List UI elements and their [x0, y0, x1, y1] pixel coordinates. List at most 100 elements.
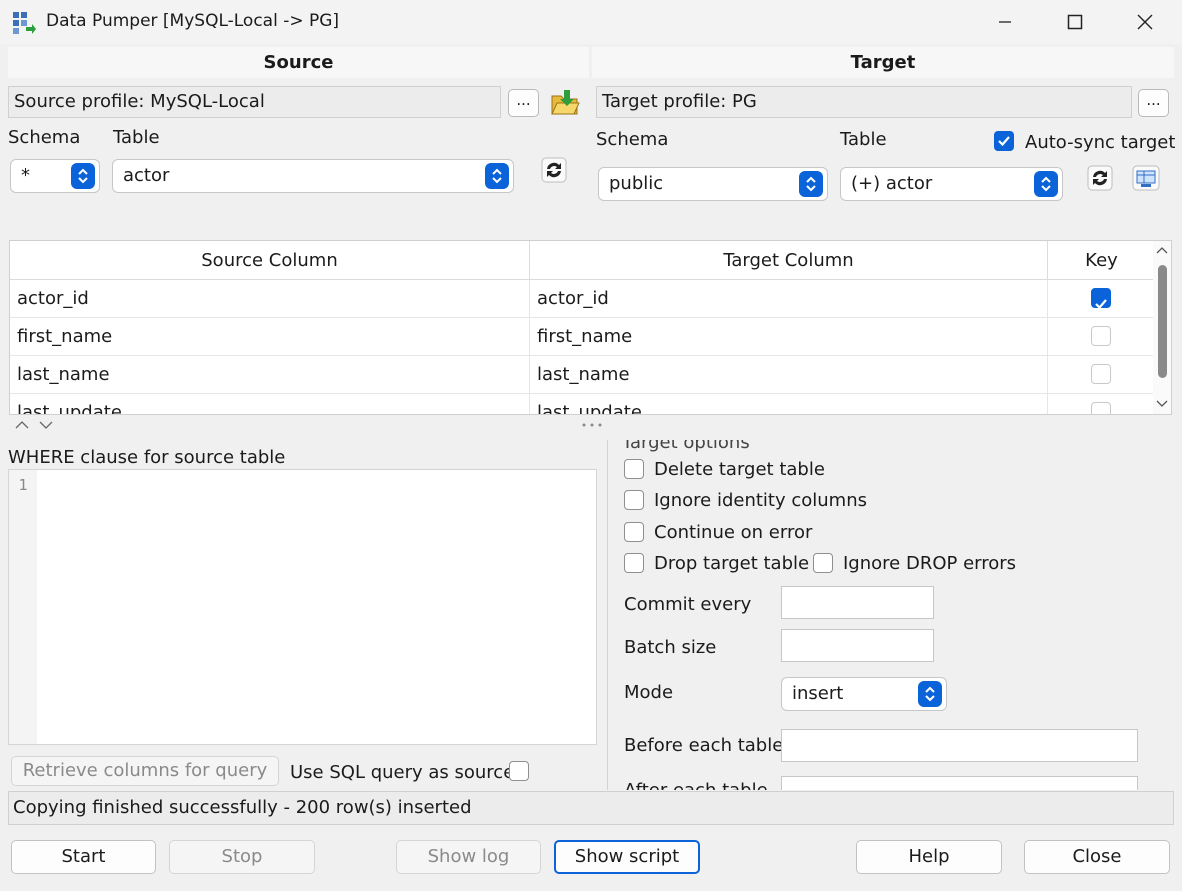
refresh-icon — [541, 157, 567, 183]
key-checkbox[interactable] — [1091, 402, 1111, 414]
window-title: Data Pumper [MySQL-Local -> PG] — [46, 11, 340, 31]
checkmark-icon — [998, 136, 1010, 147]
splitter-handle-icon[interactable] — [580, 422, 604, 428]
before-each-table-input[interactable] — [781, 729, 1138, 762]
scrollbar-thumb[interactable] — [1158, 265, 1167, 378]
table-row[interactable]: first_name first_name — [10, 318, 1155, 356]
mode-select[interactable]: insert — [781, 677, 947, 711]
batch-size-label: Batch size — [624, 637, 717, 658]
target-column-cell[interactable]: last_update — [530, 394, 1048, 414]
status-message: Copying finished successfully - 200 row(… — [8, 791, 1174, 825]
maximize-button[interactable] — [1040, 0, 1110, 44]
ignore-drop-errors-checkbox[interactable] — [813, 553, 833, 573]
chevron-updown-icon — [918, 681, 942, 707]
target-column-cell[interactable]: first_name — [530, 318, 1048, 355]
options-group-title: Target options — [622, 440, 750, 453]
column-mapping-table: Source Column Target Column Key actor_id… — [9, 240, 1172, 415]
key-checkbox[interactable] — [1091, 288, 1111, 310]
maximize-icon — [1067, 14, 1083, 30]
key-checkbox[interactable] — [1091, 364, 1111, 384]
mode-label: Mode — [624, 682, 674, 703]
minimize-button[interactable] — [970, 0, 1040, 44]
use-sql-label: Use SQL query as source — [290, 762, 515, 783]
source-schema-select[interactable]: * — [10, 159, 100, 193]
open-folder-button[interactable] — [549, 87, 581, 117]
target-schema-select[interactable]: public — [598, 167, 828, 201]
close-icon — [1137, 14, 1153, 30]
ignore-drop-errors-label: Ignore DROP errors — [843, 553, 1017, 574]
chevron-down-icon[interactable] — [1156, 399, 1168, 409]
chevron-updown-icon — [71, 163, 95, 189]
source-table-label: Table — [113, 127, 160, 148]
start-button[interactable]: Start — [11, 840, 156, 874]
continue-on-error-checkbox[interactable] — [624, 522, 644, 542]
chevron-up-icon[interactable] — [1156, 245, 1168, 255]
where-clause-editor[interactable]: 1 — [8, 469, 597, 745]
title-bar: Data Pumper [MySQL-Local -> PG] — [0, 0, 1182, 44]
key-checkbox[interactable] — [1091, 326, 1111, 346]
after-each-table-input[interactable] — [781, 776, 1138, 790]
collapse-expand-icon[interactable] — [14, 419, 56, 431]
retrieve-columns-button[interactable]: Retrieve columns for query — [11, 756, 279, 786]
ignore-identity-checkbox[interactable] — [624, 490, 644, 510]
show-log-button[interactable]: Show log — [396, 840, 541, 874]
after-each-table-label: After each table — [624, 780, 768, 790]
auto-sync-label: Auto-sync target — [1025, 132, 1176, 153]
source-refresh-button[interactable] — [538, 155, 570, 185]
table-row[interactable]: actor_id actor_id — [10, 280, 1155, 318]
grid-app-icon — [12, 11, 36, 40]
show-script-button[interactable]: Show script — [554, 840, 700, 874]
drop-target-label: Drop target table — [654, 553, 810, 574]
target-header: Target — [592, 47, 1174, 78]
source-column-cell: actor_id — [10, 280, 530, 317]
target-column-cell[interactable]: last_name — [530, 356, 1048, 393]
source-schema-label: Schema — [8, 127, 81, 148]
auto-sync-checkbox[interactable] — [994, 131, 1014, 151]
open-folder-icon — [551, 90, 580, 115]
target-map-button[interactable] — [1130, 163, 1162, 193]
column-header-source[interactable]: Source Column — [10, 241, 530, 280]
stop-button[interactable]: Stop — [169, 840, 315, 874]
help-button[interactable]: Help — [856, 840, 1002, 874]
close-window-button[interactable] — [1110, 0, 1180, 44]
target-profile-button[interactable]: ... — [1138, 89, 1169, 117]
source-header: Source — [8, 47, 589, 78]
chevron-updown-icon — [485, 163, 509, 189]
minimize-icon — [999, 21, 1011, 23]
target-table-label: Table — [840, 129, 887, 150]
source-column-cell: last_update — [10, 394, 530, 414]
ignore-identity-label: Ignore identity columns — [654, 490, 867, 511]
target-schema-label: Schema — [596, 129, 669, 150]
source-table-select[interactable]: actor — [112, 159, 514, 193]
table-map-icon — [1132, 165, 1160, 191]
drop-target-checkbox[interactable] — [624, 553, 644, 573]
target-refresh-button[interactable] — [1084, 163, 1116, 193]
chevron-updown-icon — [799, 171, 823, 197]
source-profile-button[interactable]: ... — [508, 89, 539, 117]
target-column-cell[interactable]: actor_id — [530, 280, 1048, 317]
column-header-key[interactable]: Key — [1048, 241, 1155, 280]
commit-every-label: Commit every — [624, 594, 752, 615]
where-clause-label: WHERE clause for source table — [8, 447, 286, 468]
batch-size-input[interactable] — [781, 629, 934, 662]
table-row[interactable]: last_update last_update — [10, 394, 1155, 414]
use-sql-checkbox[interactable] — [509, 761, 529, 781]
continue-on-error-label: Continue on error — [654, 522, 813, 543]
delete-target-checkbox[interactable] — [624, 459, 644, 479]
source-profile-field: Source profile: MySQL-Local — [8, 86, 501, 118]
target-profile-field: Target profile: PG — [596, 86, 1132, 118]
column-header-target[interactable]: Target Column — [530, 241, 1048, 280]
close-button[interactable]: Close — [1024, 840, 1170, 874]
checkmark-icon — [1095, 299, 1107, 310]
refresh-icon — [1087, 165, 1113, 191]
delete-target-label: Delete target table — [654, 459, 825, 480]
before-each-table-label: Before each table — [624, 735, 784, 756]
table-row[interactable]: last_name last_name — [10, 356, 1155, 394]
source-column-cell: first_name — [10, 318, 530, 355]
line-number-gutter: 1 — [9, 470, 37, 744]
table-scrollbar[interactable] — [1153, 241, 1171, 414]
commit-every-input[interactable] — [781, 586, 934, 619]
chevron-updown-icon — [1034, 171, 1058, 197]
target-table-select[interactable]: (+) actor — [840, 167, 1063, 201]
source-column-cell: last_name — [10, 356, 530, 393]
